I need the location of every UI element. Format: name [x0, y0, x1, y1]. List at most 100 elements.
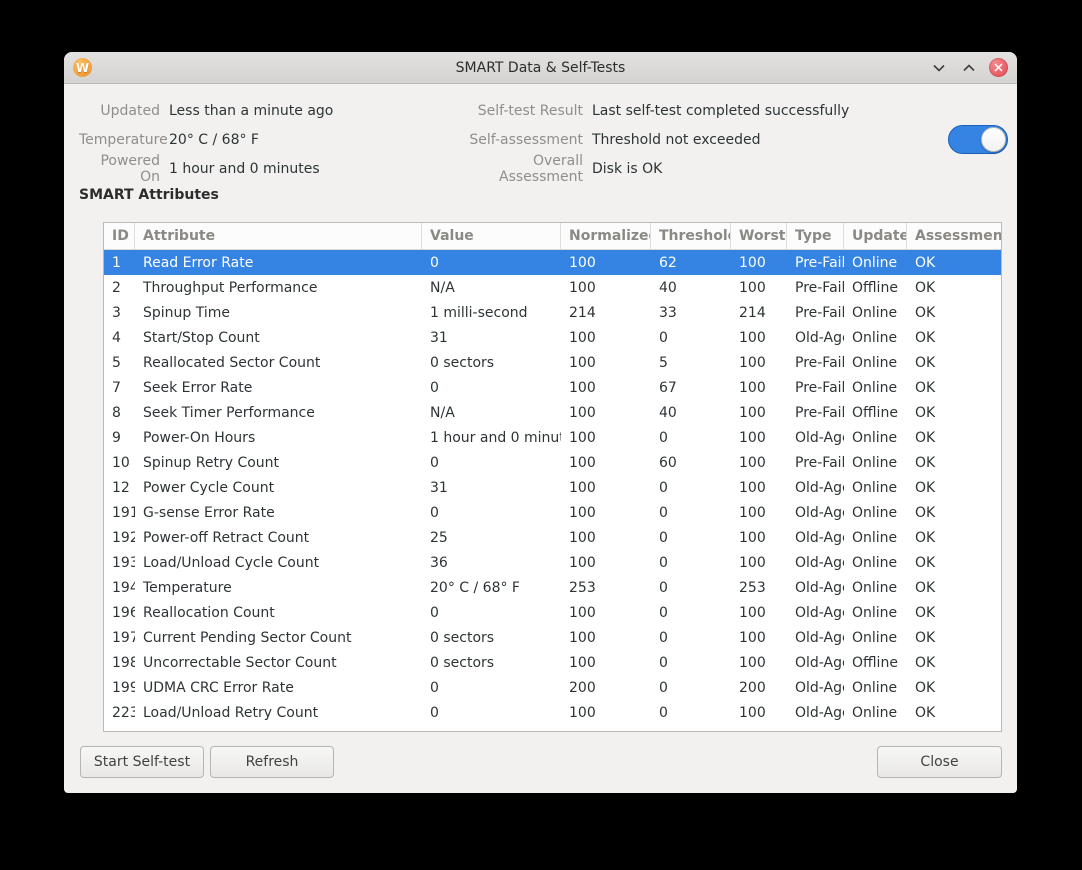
- column-header-worst[interactable]: Worst: [731, 223, 787, 249]
- table-cell: 214: [731, 300, 787, 325]
- column-header-updates[interactable]: Updates: [844, 223, 907, 249]
- table-cell: Old-Age: [787, 600, 844, 625]
- table-cell: Reallocated Sector Count: [135, 350, 422, 375]
- titlebar[interactable]: W SMART Data & Self-Tests: [64, 52, 1017, 84]
- table-cell: Seek Timer Performance: [135, 400, 422, 425]
- table-row[interactable]: 9Power-On Hours1 hour and 0 minutes10001…: [104, 425, 1001, 450]
- table-cell: 100: [561, 650, 651, 675]
- table-cell: Online: [844, 475, 907, 500]
- table-cell: Online: [844, 525, 907, 550]
- info-row: Self-test ResultLast self-test completed…: [460, 96, 849, 125]
- table-row[interactable]: 193Load/Unload Cycle Count361000100Old-A…: [104, 550, 1001, 575]
- table-cell: N/A: [422, 400, 561, 425]
- table-row[interactable]: 198Uncorrectable Sector Count0 sectors10…: [104, 650, 1001, 675]
- table-cell: Old-Age: [787, 500, 844, 525]
- table-cell: OK: [907, 325, 1001, 350]
- table-cell: 199: [104, 675, 135, 700]
- info-row: Overall AssessmentDisk is OK: [460, 154, 849, 183]
- table-cell: Online: [844, 375, 907, 400]
- table-cell: 100: [731, 625, 787, 650]
- column-header-value[interactable]: Value: [422, 223, 561, 249]
- table-cell: 100: [561, 275, 651, 300]
- table-cell: Old-Age: [787, 575, 844, 600]
- table-cell: 100: [561, 700, 651, 725]
- table-cell: 10: [104, 450, 135, 475]
- table-row[interactable]: 192Power-off Retract Count251000100Old-A…: [104, 525, 1001, 550]
- start-self-test-button[interactable]: Start Self-test: [80, 746, 204, 778]
- table-cell: Old-Age: [787, 325, 844, 350]
- table-cell: OK: [907, 675, 1001, 700]
- table-row[interactable]: 199UDMA CRC Error Rate02000200Old-AgeOnl…: [104, 675, 1001, 700]
- info-value: Less than a minute ago: [169, 103, 333, 119]
- smart-enabled-toggle[interactable]: [948, 125, 1008, 154]
- smart-data-dialog: W SMART Data & Self-Tests UpdatedLess th…: [64, 52, 1017, 793]
- table-cell: OK: [907, 425, 1001, 450]
- table-cell: 193: [104, 550, 135, 575]
- table-row[interactable]: 191G-sense Error Rate01000100Old-AgeOnli…: [104, 500, 1001, 525]
- table-cell: 100: [561, 625, 651, 650]
- table-cell: 100: [731, 250, 787, 275]
- table-row[interactable]: 5Reallocated Sector Count0 sectors100510…: [104, 350, 1001, 375]
- table-cell: Pre-Fail: [787, 350, 844, 375]
- table-cell: Online: [844, 250, 907, 275]
- table-cell: 196: [104, 600, 135, 625]
- table-cell: 100: [731, 600, 787, 625]
- table-row[interactable]: 4Start/Stop Count311000100Old-AgeOnlineO…: [104, 325, 1001, 350]
- table-cell: Online: [844, 600, 907, 625]
- close-button[interactable]: Close: [877, 746, 1002, 778]
- table-cell: Old-Age: [787, 550, 844, 575]
- info-label: Self-assessment: [460, 132, 583, 148]
- close-window-button[interactable]: [989, 58, 1008, 77]
- column-header-normalized[interactable]: Normalized: [561, 223, 651, 249]
- table-cell: 100: [731, 550, 787, 575]
- table-cell: 100: [561, 325, 651, 350]
- table-cell: OK: [907, 250, 1001, 275]
- table-cell: 191: [104, 500, 135, 525]
- table-cell: 100: [561, 475, 651, 500]
- table-cell: Online: [844, 350, 907, 375]
- column-header-type[interactable]: Type: [787, 223, 844, 249]
- app-icon: W: [73, 58, 92, 77]
- table-cell: 100: [731, 350, 787, 375]
- table-cell: OK: [907, 575, 1001, 600]
- smart-attributes-table: IDAttributeValueNormalizedThresholdWorst…: [103, 222, 1002, 732]
- table-cell: 100: [731, 650, 787, 675]
- table-row[interactable]: 10Spinup Retry Count010060100Pre-FailOnl…: [104, 450, 1001, 475]
- table-cell: 0: [422, 450, 561, 475]
- table-row[interactable]: 12Power Cycle Count311000100Old-AgeOnlin…: [104, 475, 1001, 500]
- table-cell: Online: [844, 325, 907, 350]
- column-header-threshold[interactable]: Threshold: [651, 223, 731, 249]
- table-cell: Online: [844, 300, 907, 325]
- table-cell: 253: [561, 575, 651, 600]
- table-cell: 197: [104, 625, 135, 650]
- table-row[interactable]: 197Current Pending Sector Count0 sectors…: [104, 625, 1001, 650]
- window-menu-chevron-down-icon[interactable]: [929, 58, 949, 78]
- maximize-chevron-up-icon[interactable]: [959, 58, 979, 78]
- table-cell: OK: [907, 400, 1001, 425]
- table-cell: 100: [731, 700, 787, 725]
- table-row[interactable]: 196Reallocation Count01000100Old-AgeOnli…: [104, 600, 1001, 625]
- refresh-button[interactable]: Refresh: [210, 746, 334, 778]
- table-cell: Pre-Fail: [787, 250, 844, 275]
- table-cell: 0: [422, 600, 561, 625]
- table-cell: Read Error Rate: [135, 250, 422, 275]
- table-row[interactable]: 223Load/Unload Retry Count01000100Old-Ag…: [104, 700, 1001, 725]
- column-header-id[interactable]: ID: [104, 223, 135, 249]
- table-row[interactable]: 3Spinup Time1 milli-second21433214Pre-Fa…: [104, 300, 1001, 325]
- table-cell: OK: [907, 700, 1001, 725]
- table-row[interactable]: 1Read Error Rate010062100Pre-FailOnlineO…: [104, 250, 1001, 275]
- table-row[interactable]: 8Seek Timer PerformanceN/A10040100Pre-Fa…: [104, 400, 1001, 425]
- column-header-attribute[interactable]: Attribute: [135, 223, 422, 249]
- table-row[interactable]: 2Throughput PerformanceN/A10040100Pre-Fa…: [104, 275, 1001, 300]
- table-cell: Offline: [844, 400, 907, 425]
- table-row[interactable]: 194Temperature20° C / 68° F2530253Old-Ag…: [104, 575, 1001, 600]
- table-cell: Temperature: [135, 575, 422, 600]
- table-cell: 253: [731, 575, 787, 600]
- table-cell: Load/Unload Cycle Count: [135, 550, 422, 575]
- table-cell: 0: [651, 525, 731, 550]
- table-cell: 1 milli-second: [422, 300, 561, 325]
- column-header-assessment[interactable]: Assessment: [907, 223, 1001, 249]
- table-cell: 31: [422, 475, 561, 500]
- table-cell: 0: [651, 625, 731, 650]
- table-row[interactable]: 7Seek Error Rate010067100Pre-FailOnlineO…: [104, 375, 1001, 400]
